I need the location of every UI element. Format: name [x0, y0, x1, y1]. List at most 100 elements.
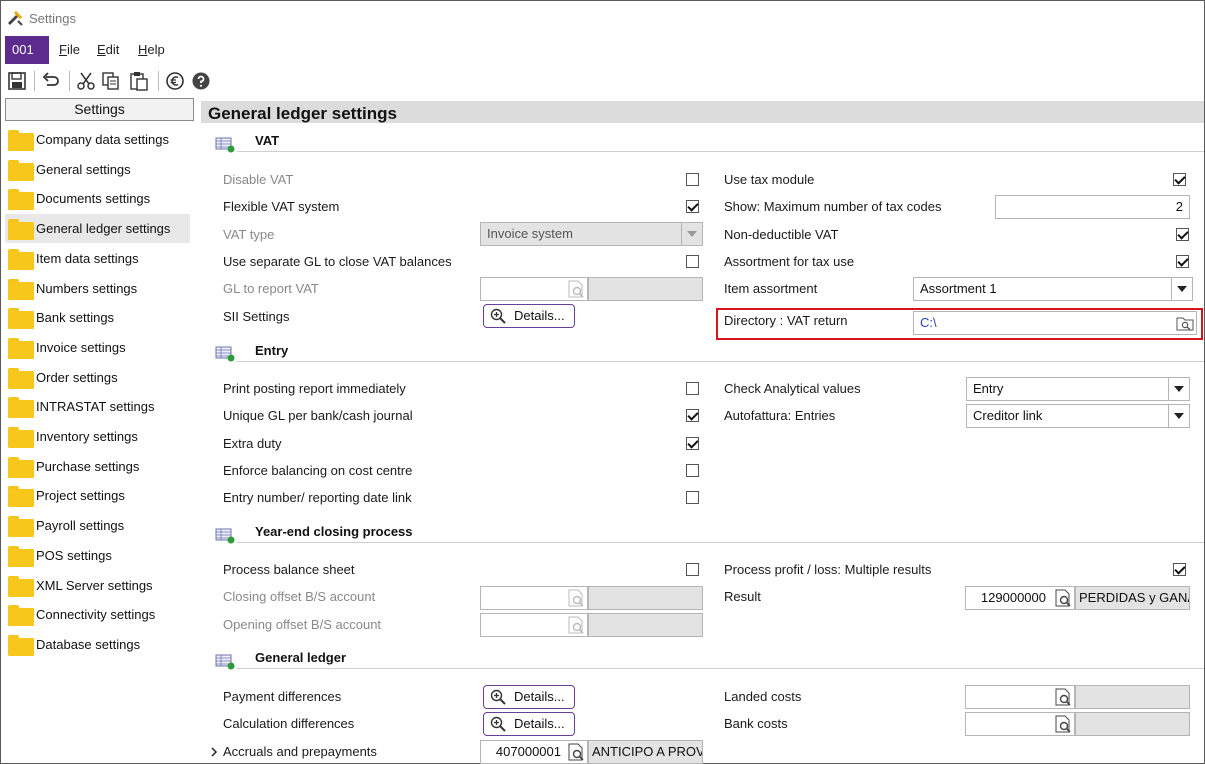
sidebar-item[interactable]: Purchase settings: [5, 452, 190, 481]
zoom-in-icon: [490, 689, 506, 705]
use-tax-module-checkbox[interactable]: [1173, 173, 1186, 186]
item-assortment-select[interactable]: Assortment 1: [913, 277, 1193, 301]
sidebar-item-label: Company data settings: [36, 132, 169, 147]
sidebar-item-label: Payroll settings: [36, 518, 125, 534]
sidebar-item-label: Purchase settings: [36, 458, 140, 474]
sidebar-item[interactable]: General ledger settings: [5, 214, 190, 244]
sii-details-button[interactable]: Details...: [483, 304, 575, 328]
sidebar-item-label: XML Server settings: [36, 577, 153, 593]
opening-offset-desc: [588, 613, 703, 637]
sidebar-item[interactable]: General settings: [5, 155, 190, 184]
sidebar-item[interactable]: Project settings: [5, 481, 190, 510]
item-assortment-label: Item assortment: [724, 281, 818, 296]
folder-icon: [8, 278, 34, 300]
sidebar-item[interactable]: Documents settings: [5, 184, 190, 213]
chevron-down-icon[interactable]: [1168, 404, 1188, 428]
lookup-icon[interactable]: [1052, 686, 1074, 708]
chevron-down-icon[interactable]: [1168, 377, 1188, 401]
flexible-vat-label: Flexible VAT system: [223, 199, 340, 214]
folder-icon: [8, 337, 34, 359]
section-title-yearend: Year-end closing process: [255, 524, 413, 539]
print-posting-checkbox[interactable]: [686, 382, 699, 395]
sidebar-item-label: Project settings: [36, 488, 125, 504]
sidebar-item[interactable]: Database settings: [5, 630, 190, 659]
cut-icon[interactable]: [76, 71, 96, 91]
result-desc: PERDIDAS y GANANCIAS: [1075, 586, 1190, 610]
entry-number-checkbox[interactable]: [686, 491, 699, 504]
undo-icon[interactable]: [41, 71, 61, 91]
landed-costs-label: Landed costs: [724, 689, 802, 704]
menu-edit[interactable]: Edit: [97, 42, 119, 57]
vat-type-value: Invoice system: [487, 226, 573, 241]
section-title-entry: Entry: [255, 343, 289, 358]
section-table-icon: [215, 654, 235, 670]
help-icon[interactable]: [191, 71, 211, 91]
lookup-icon[interactable]: [565, 587, 587, 609]
sidebar-item[interactable]: Item data settings: [5, 244, 190, 273]
gl-report-vat-desc: [588, 277, 703, 301]
vat-type-select[interactable]: Invoice system: [480, 222, 703, 246]
extra-duty-checkbox[interactable]: [686, 437, 699, 450]
folder-icon: [8, 456, 34, 478]
enforce-balancing-checkbox[interactable]: [686, 464, 699, 477]
folder-browse-icon[interactable]: [1176, 315, 1194, 331]
sidebar-item[interactable]: Company data settings: [5, 125, 190, 154]
euro-icon[interactable]: [165, 71, 185, 91]
flexible-vat-checkbox[interactable]: [686, 200, 699, 213]
copy-icon[interactable]: [101, 71, 121, 91]
sidebar-item[interactable]: Inventory settings: [5, 422, 190, 451]
max-tax-codes-input[interactable]: 2: [995, 195, 1190, 219]
folder-icon: [8, 308, 34, 330]
non-deductible-vat-label: Non-deductible VAT: [724, 227, 839, 242]
folder-icon: [8, 159, 34, 181]
sidebar-item[interactable]: Numbers settings: [5, 274, 190, 303]
folder-icon: [8, 486, 34, 508]
disable-vat-checkbox[interactable]: [686, 173, 699, 186]
autofattura-value: Creditor link: [973, 408, 1043, 423]
chevron-down-icon[interactable]: [681, 222, 701, 246]
folder-icon: [8, 634, 34, 656]
toolbar-separator: [34, 71, 35, 91]
payment-diff-label: Payment differences: [223, 689, 342, 704]
lookup-icon[interactable]: [565, 741, 587, 763]
section-table-icon: [215, 137, 235, 153]
sidebar-item[interactable]: INTRASTAT settings: [5, 392, 190, 421]
lookup-icon[interactable]: [1052, 587, 1074, 609]
check-analytical-select[interactable]: Entry: [966, 377, 1190, 401]
paste-icon[interactable]: [129, 71, 149, 91]
company-badge[interactable]: 001: [5, 36, 49, 64]
accruals-label: Accruals and prepayments: [223, 744, 377, 759]
calc-diff-details-button[interactable]: Details...: [483, 712, 575, 736]
chevron-right-icon: [211, 747, 218, 757]
chevron-down-icon[interactable]: [1171, 277, 1191, 301]
process-pl-checkbox[interactable]: [1173, 563, 1186, 576]
sidebar-item[interactable]: Connectivity settings: [5, 600, 190, 629]
payment-diff-details-button[interactable]: Details...: [483, 685, 575, 709]
save-icon[interactable]: [7, 71, 27, 91]
sidebar-item-label: Inventory settings: [36, 429, 138, 444]
menu-help[interactable]: Help: [138, 42, 165, 57]
sidebar-item-label: General settings: [36, 161, 131, 177]
unique-gl-checkbox[interactable]: [686, 409, 699, 422]
sidebar-item[interactable]: Payroll settings: [5, 511, 190, 540]
vat-type-label: VAT type: [223, 227, 275, 242]
sidebar-item[interactable]: Invoice settings: [5, 333, 190, 362]
section-table-icon: [215, 346, 235, 362]
sidebar-item[interactable]: Order settings: [5, 363, 190, 392]
separate-gl-checkbox[interactable]: [686, 255, 699, 268]
directory-vat-return-input[interactable]: C:\: [913, 311, 1197, 335]
sidebar-item[interactable]: XML Server settings: [5, 571, 190, 600]
assortment-tax-checkbox[interactable]: [1176, 255, 1189, 268]
lookup-icon[interactable]: [1052, 713, 1074, 735]
non-deductible-vat-checkbox[interactable]: [1176, 228, 1189, 241]
sidebar-item[interactable]: POS settings: [5, 541, 190, 570]
lookup-icon[interactable]: [565, 614, 587, 636]
process-bs-checkbox[interactable]: [686, 563, 699, 576]
folder-icon: [8, 427, 34, 448]
lookup-icon[interactable]: [565, 278, 587, 300]
sidebar-item-label: Connectivity settings: [36, 607, 156, 623]
menu-file[interactable]: File: [59, 42, 80, 57]
sidebar-item[interactable]: Bank settings: [5, 303, 190, 332]
autofattura-select[interactable]: Creditor link: [966, 404, 1190, 428]
sidebar-item-label: Item data settings: [36, 250, 139, 266]
